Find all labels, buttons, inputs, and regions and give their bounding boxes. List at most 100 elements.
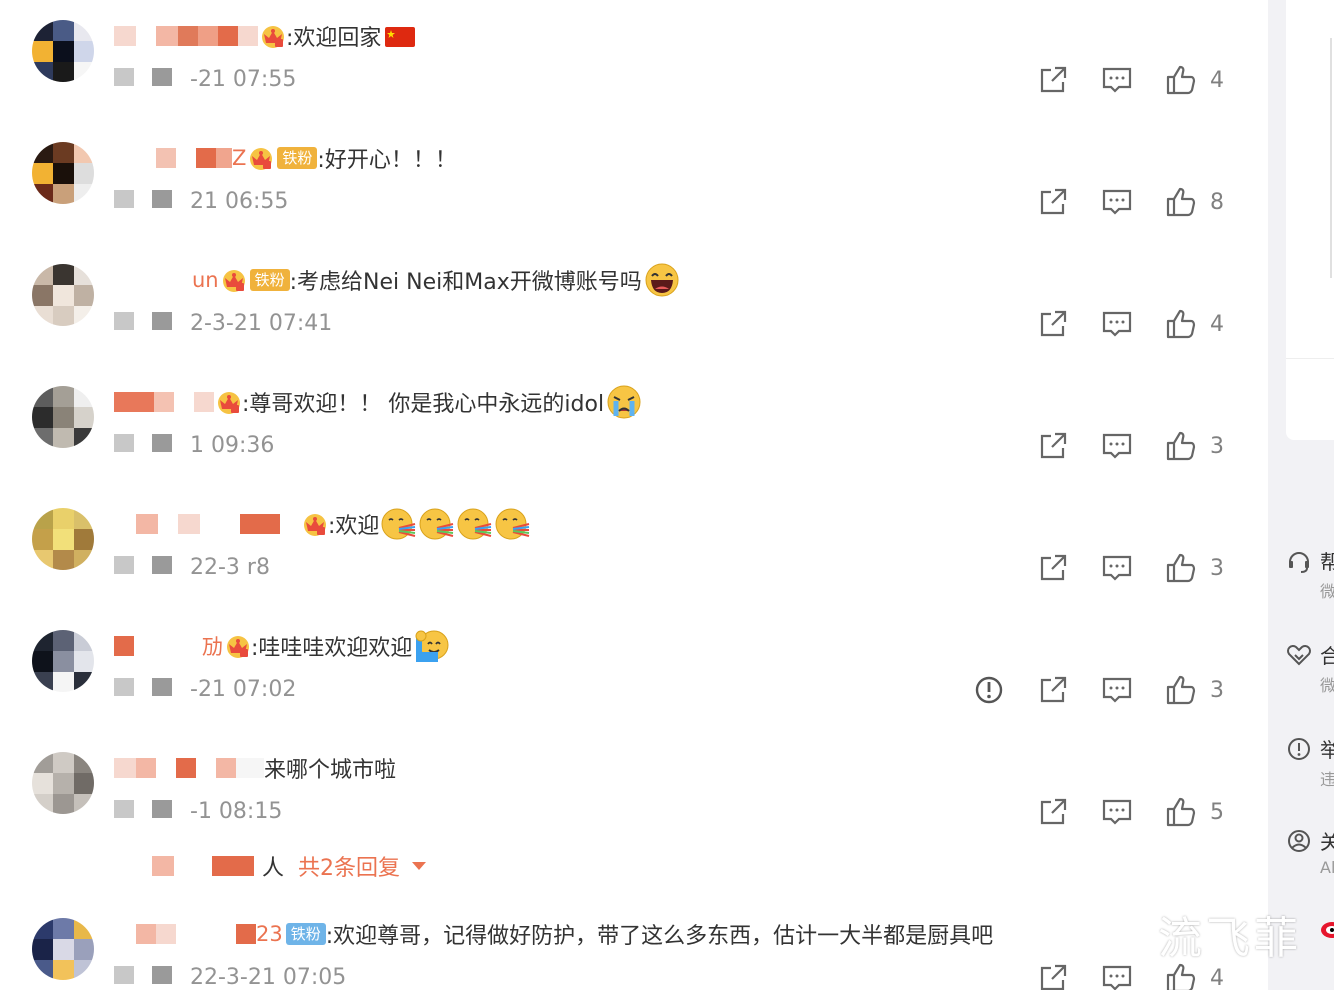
like-icon[interactable] bbox=[1164, 795, 1198, 829]
comment-icon[interactable] bbox=[1100, 185, 1134, 219]
comment-time: -21 07:55 bbox=[190, 66, 297, 92]
avatar[interactable] bbox=[32, 918, 94, 980]
sidebar-item[interactable]: 关 Al bbox=[1286, 828, 1334, 888]
share-icon[interactable] bbox=[1036, 185, 1070, 219]
sidebar-item[interactable]: 帮微 bbox=[1286, 548, 1334, 608]
right-sidebar: r 帮微合微举违关Al bbox=[1268, 0, 1334, 990]
username-fragment[interactable]: 23 bbox=[256, 922, 283, 946]
show-replies-label: 共2条回复 bbox=[298, 856, 401, 881]
name-mosaic[interactable] bbox=[114, 924, 256, 944]
share-icon[interactable] bbox=[1036, 961, 1070, 990]
comment-icon[interactable] bbox=[1100, 795, 1134, 829]
like-count: 3 bbox=[1210, 677, 1224, 703]
avatar[interactable] bbox=[32, 630, 94, 692]
sidebar-item-sub: Al bbox=[1320, 858, 1334, 877]
username-fragment[interactable]: 劢 bbox=[202, 631, 223, 661]
avatar[interactable] bbox=[32, 752, 94, 814]
sidebar-scrollbar[interactable] bbox=[1330, 38, 1332, 278]
report-icon[interactable] bbox=[972, 673, 1006, 707]
comment-actions: 8 bbox=[1006, 184, 1228, 220]
like-count: 5 bbox=[1210, 799, 1224, 825]
share-icon[interactable] bbox=[1036, 63, 1070, 97]
comment-item: 劢 :哇哇哇欢迎欢迎 -21 07:02 3 bbox=[0, 624, 1268, 746]
name-mosaic[interactable] bbox=[114, 636, 202, 656]
share-icon[interactable] bbox=[1036, 673, 1070, 707]
sidebar-item-label: 帮 bbox=[1320, 550, 1334, 574]
name-mosaic[interactable] bbox=[114, 270, 192, 290]
like-icon[interactable] bbox=[1164, 429, 1198, 463]
rainbow-emoji-icon bbox=[381, 506, 417, 542]
comment-icon[interactable] bbox=[1100, 551, 1134, 585]
like-icon[interactable] bbox=[1164, 673, 1198, 707]
comment-item: :尊哥欢迎！！ 你是我心中永远的idol 1 09:36 3 bbox=[0, 380, 1268, 502]
vip-crown-icon bbox=[260, 23, 286, 49]
fan-badge: 铁粉 bbox=[277, 147, 318, 169]
vip-crown-icon bbox=[221, 267, 247, 293]
like-count: 3 bbox=[1210, 433, 1224, 459]
handshake-icon bbox=[1286, 642, 1312, 668]
comment-time: 1 09:36 bbox=[190, 432, 275, 458]
name-mosaic[interactable] bbox=[114, 26, 258, 46]
comment-item: Z 铁粉:好开心！！！ 21 06:55 8 bbox=[0, 136, 1268, 258]
timestamp-row: -21 07:55 bbox=[114, 64, 296, 94]
avatar[interactable] bbox=[32, 20, 94, 82]
comment-text: :欢迎尊哥，记得做好防护，带了这么多东西，估计一大半都是厨具吧 bbox=[325, 924, 994, 949]
comment-time: -21 07:02 bbox=[190, 676, 297, 702]
show-replies-button[interactable]: 共2条回复 bbox=[298, 850, 427, 882]
comment-text: :尊哥欢迎！！ 你是我心中永远的idol bbox=[242, 392, 605, 417]
like-icon[interactable] bbox=[1164, 307, 1198, 341]
share-icon[interactable] bbox=[1036, 429, 1070, 463]
comment-time: 21 06:55 bbox=[190, 188, 289, 214]
comment-icon[interactable] bbox=[1100, 673, 1134, 707]
comment-actions: 3 bbox=[942, 672, 1228, 708]
comment-line: 劢 :哇哇哇欢迎欢迎 bbox=[114, 628, 450, 664]
vip-crown-icon bbox=[225, 633, 251, 659]
avatar[interactable] bbox=[32, 386, 94, 448]
headset-icon bbox=[1286, 548, 1312, 574]
comment-actions: 3 bbox=[1006, 428, 1228, 464]
username-fragment[interactable]: Z bbox=[232, 146, 246, 170]
avatar[interactable] bbox=[32, 508, 94, 570]
comment-item: un 铁粉:考虑给Nei Nei和Max开微博账号吗 2-3-21 07:41 4 bbox=[0, 258, 1268, 380]
comment-time: 2-3-21 07:41 bbox=[190, 310, 333, 336]
like-icon[interactable] bbox=[1164, 551, 1198, 585]
sidebar-item-sub: 违 bbox=[1320, 770, 1334, 789]
vip-crown-icon bbox=[248, 145, 274, 171]
like-icon[interactable] bbox=[1164, 185, 1198, 219]
comment-line: Z 铁粉:好开心！！！ bbox=[114, 140, 457, 176]
like-count: 4 bbox=[1210, 311, 1224, 337]
comment-icon[interactable] bbox=[1100, 429, 1134, 463]
rainbow-emoji-icon bbox=[495, 506, 531, 542]
comment-icon[interactable] bbox=[1100, 307, 1134, 341]
sidebar-item[interactable]: 合微 bbox=[1286, 642, 1334, 702]
fan-badge: 铁粉 bbox=[285, 923, 326, 945]
comment-icon[interactable] bbox=[1100, 63, 1134, 97]
avatar[interactable] bbox=[32, 264, 94, 326]
username-fragment[interactable]: un bbox=[192, 268, 219, 292]
timestamp-row: 22-3-21 07:05 bbox=[114, 962, 346, 990]
comment-feed: :欢迎回家 -21 07:55 4 Z 铁粉:好开心！！！ 21 06:55 8 un 铁粉:考… bbox=[0, 0, 1268, 990]
rainbow-emoji-icon bbox=[419, 506, 455, 542]
comment-icon[interactable] bbox=[1100, 961, 1134, 990]
comment-actions: 3 bbox=[1006, 550, 1228, 586]
share-icon[interactable] bbox=[1036, 307, 1070, 341]
avatar[interactable] bbox=[32, 142, 94, 204]
sidebar-item-sub: 微 bbox=[1320, 676, 1334, 695]
comment-item: :欢迎回家 -21 07:55 4 bbox=[0, 14, 1268, 136]
caret-down-icon bbox=[412, 862, 427, 870]
timestamp-row: 22-3 r8 bbox=[114, 552, 270, 582]
like-icon[interactable] bbox=[1164, 63, 1198, 97]
vip-crown-icon bbox=[302, 511, 328, 537]
sidebar-item-sub: 微 bbox=[1320, 582, 1334, 601]
name-mosaic[interactable] bbox=[114, 392, 214, 412]
comment-text: 来哪个城市啦 bbox=[264, 758, 397, 783]
sidebar-item[interactable]: 举违 bbox=[1286, 736, 1334, 796]
name-mosaic[interactable] bbox=[114, 148, 232, 168]
comment-text: :欢迎 bbox=[328, 514, 380, 539]
name-mosaic[interactable] bbox=[114, 514, 300, 534]
name-mosaic[interactable] bbox=[114, 758, 264, 778]
china-flag-icon bbox=[383, 18, 419, 54]
comment-text: :哇哇哇欢迎欢迎 bbox=[251, 636, 413, 661]
share-icon[interactable] bbox=[1036, 795, 1070, 829]
share-icon[interactable] bbox=[1036, 551, 1070, 585]
